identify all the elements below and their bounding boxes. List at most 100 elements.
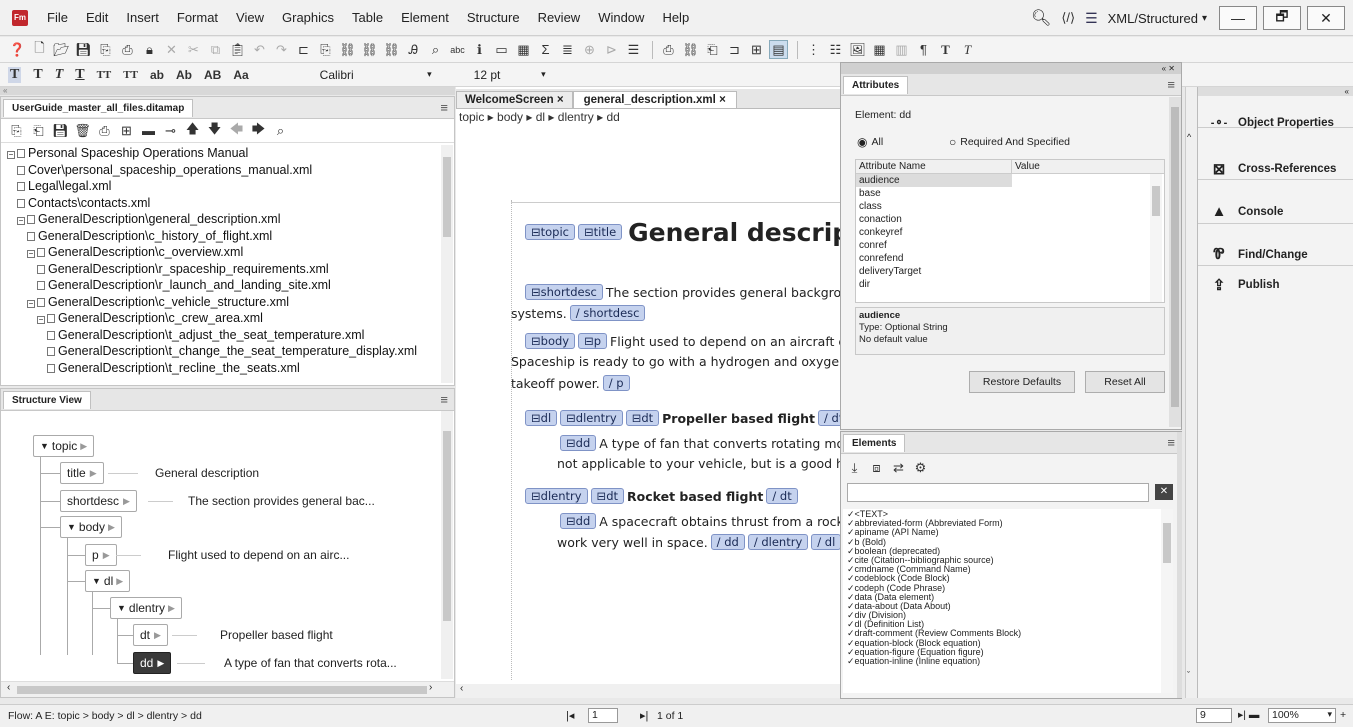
ditamap-item[interactable]: − GeneralDescription\c_overview.xml <box>7 244 454 261</box>
menu-edit[interactable]: Edit <box>77 10 117 25</box>
tag-body[interactable]: ⊟ body <box>525 333 576 349</box>
first-page-icon[interactable]: |◂ <box>566 709 574 722</box>
tag-dd[interactable]: ⊟ dd <box>560 435 597 451</box>
redo-icon[interactable]: ↷ <box>272 40 291 59</box>
close-icon[interactable]: × <box>719 94 726 106</box>
ditamap-item[interactable]: − GeneralDescription\c_vehicle_structure.… <box>7 294 454 311</box>
uppercase-button[interactable]: AB <box>204 68 221 82</box>
attribute-row[interactable]: base <box>856 187 1164 200</box>
struct-node-dl[interactable]: ▼ dl ▶ <box>85 570 131 592</box>
menu-help[interactable]: Help <box>653 10 698 25</box>
menu-graphics[interactable]: Graphics <box>273 10 343 25</box>
structure-tab[interactable]: Structure View <box>3 390 91 409</box>
import-icon[interactable]: ⎘ <box>96 40 115 59</box>
tag-topic[interactable]: ⊟ topic <box>525 224 576 240</box>
attribute-row[interactable]: deliveryTarget <box>856 265 1164 278</box>
help-icon[interactable]: ❓ <box>8 40 27 59</box>
scroll-right-icon[interactable]: › <box>429 682 432 693</box>
struct-node-dlentry[interactable]: ▼ dlentry ▶ <box>110 597 182 619</box>
convert-icon[interactable]: ⊞ <box>747 40 766 59</box>
collapse-toggle-icon[interactable]: − <box>27 250 35 258</box>
struct-node-p[interactable]: p ▶ <box>85 544 117 566</box>
clear-search-icon[interactable]: ✕ <box>1155 484 1173 500</box>
chevron-down-icon[interactable]: ▾ <box>1202 13 1207 24</box>
menu-structure[interactable]: Structure <box>458 10 529 25</box>
tag-dt-end[interactable]: / dt <box>818 410 840 426</box>
page-icon[interactable]: ▥ <box>892 40 911 59</box>
move-left-icon[interactable]: 🡄 <box>227 121 246 140</box>
ditamap-item[interactable]: − GeneralDescription\c_crew_area.xml <box>7 310 454 327</box>
lock-icon[interactable]: 🔒︎ <box>140 40 159 59</box>
zoom-select[interactable]: 100% ▾ <box>1268 708 1336 723</box>
footnote-icon[interactable]: ☰ <box>624 40 643 59</box>
collapse-icon[interactable]: « <box>1162 64 1166 73</box>
attribute-row[interactable]: dir <box>856 278 1164 291</box>
change-element-icon[interactable]: ⇄ <box>889 458 908 477</box>
size-select[interactable]: 12 pt ▾ <box>470 66 550 84</box>
serif-button[interactable]: T <box>33 67 42 83</box>
tag-title[interactable]: ⊟ title <box>578 224 623 240</box>
tag-dt-end[interactable]: / dt <box>766 488 798 504</box>
ditamap-item[interactable]: Cover\personal_spaceship_operations_manu… <box>7 162 454 179</box>
wrap-element-icon[interactable]: ⧈ <box>867 458 886 477</box>
collapse-toggle-icon[interactable]: − <box>7 151 15 159</box>
element-list-item[interactable]: ✓apiname (API Name) <box>843 528 1167 537</box>
anchored-frame-icon[interactable]: ▭ <box>492 40 511 59</box>
print-icon[interactable]: ⎙ <box>118 40 137 59</box>
scroll-up-icon[interactable]: ^ <box>1187 132 1191 142</box>
code-view-icon[interactable]: ⟨/⟩ <box>1061 10 1075 26</box>
restore-defaults-button[interactable]: Restore Defaults <box>969 371 1075 393</box>
ditamap-item[interactable]: GeneralDescription\c_history_of_flight.x… <box>7 228 454 245</box>
menu-insert[interactable]: Insert <box>117 10 168 25</box>
paste-icon[interactable]: 📋︎ <box>228 40 247 59</box>
variable-icon[interactable]: ⊕ <box>580 40 599 59</box>
ditamap-item[interactable]: GeneralDescription\t_recline_the_seats.x… <box>7 360 454 377</box>
move-down-icon[interactable]: 🡇 <box>205 121 224 140</box>
link2-icon[interactable]: ⛓ <box>382 40 401 59</box>
xref-icon[interactable]: ⛓ <box>338 40 357 59</box>
ditamap-item[interactable]: − GeneralDescription\general_description.… <box>7 211 454 228</box>
tag-shortdesc[interactable]: ⊟ shortdesc <box>525 284 603 300</box>
tab-general-description[interactable]: general_description.xml × <box>572 91 737 108</box>
collapse-toggle-icon[interactable]: − <box>27 299 35 308</box>
menu-window[interactable]: Window <box>589 10 653 25</box>
image-icon[interactable]: 🖼︎ <box>848 40 867 59</box>
map-open-icon[interactable]: ⎘ <box>7 121 26 140</box>
tag-dlentry[interactable]: ⊟ dlentry <box>560 410 623 426</box>
insert-file-icon[interactable]: ⎘ <box>316 40 335 59</box>
collapse-strip[interactable]: « <box>0 87 455 95</box>
maximize-button[interactable]: 🗗 <box>1263 6 1301 30</box>
find-icon[interactable]: Ꭿ <box>404 40 423 59</box>
condition-icon[interactable]: ⊳ <box>602 40 621 59</box>
ditamap-item[interactable]: GeneralDescription\t_change_the_seat_tem… <box>7 343 454 360</box>
page-number-input[interactable]: 1 <box>588 708 618 723</box>
zoom-field[interactable]: 9 <box>1196 708 1232 723</box>
font-select[interactable]: Calibri ▾ <box>316 66 436 84</box>
italic-button[interactable]: T <box>55 67 64 83</box>
map-save-icon[interactable]: 💾︎ <box>51 121 70 140</box>
panel-menu-icon[interactable]: ≡ <box>440 392 448 407</box>
close-button[interactable]: ✕ <box>1307 6 1345 30</box>
tag-dl-end[interactable]: / dl <box>811 534 840 550</box>
structured-view-icon[interactable]: ☰ <box>1085 10 1098 27</box>
ditamap-item[interactable]: Legal\legal.xml <box>7 178 454 195</box>
elements-search-input[interactable] <box>847 483 1149 502</box>
superscript-button[interactable]: ΤT <box>97 69 112 81</box>
spellcheck-icon[interactable]: abc <box>448 40 467 59</box>
collapse-toggle-icon[interactable]: − <box>17 217 25 225</box>
attributes-tab[interactable]: Attributes <box>843 75 909 94</box>
zoom-out-icon[interactable]: ▸| ▬ <box>1238 709 1259 721</box>
insert-element-icon[interactable]: ⊏ <box>294 40 313 59</box>
open-icon[interactable]: 📂︎ <box>52 40 71 59</box>
struct-node-body[interactable]: ▼ body ▶ <box>60 516 122 538</box>
cross-references-button[interactable]: ⊠ Cross-References <box>1208 160 1337 178</box>
map-new-icon[interactable]: ⎗ <box>29 121 48 140</box>
underline-button[interactable]: T <box>75 67 84 83</box>
move-right-icon[interactable]: 🡆 <box>249 121 268 140</box>
thesaurus-icon[interactable]: ℹ <box>470 40 489 59</box>
ditamap-scrollbar[interactable] <box>441 145 453 383</box>
map-search-icon[interactable]: ⌕ <box>271 121 290 140</box>
link-icon[interactable]: ⛓ <box>360 40 379 59</box>
struct-node-shortdesc[interactable]: shortdesc ▶ <box>60 490 137 512</box>
attributes-scrollbar[interactable] <box>1150 174 1162 302</box>
